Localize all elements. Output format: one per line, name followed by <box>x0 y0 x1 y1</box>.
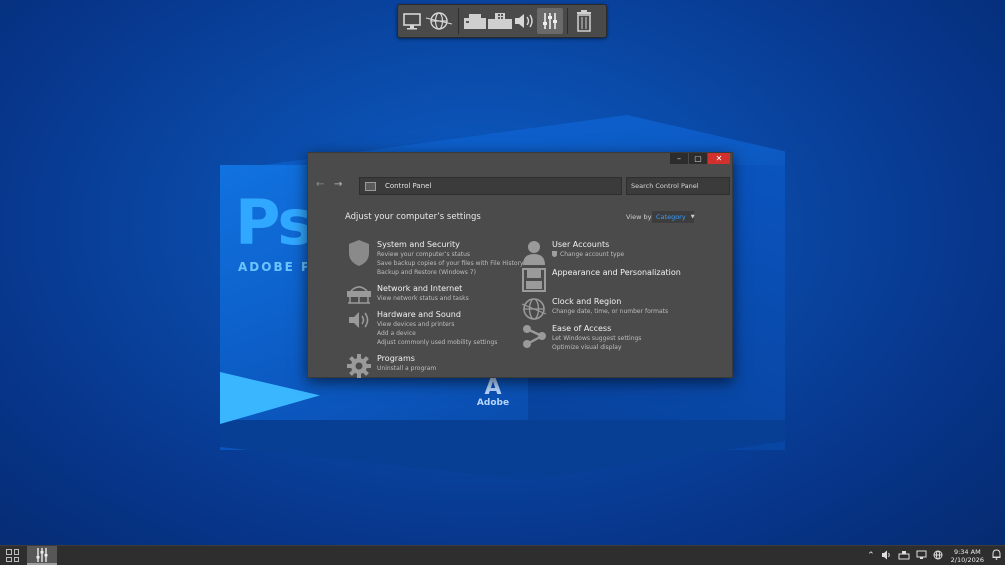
category-hardware-sound: Hardware and Sound View devices and prin… <box>345 309 497 347</box>
back-arrow-icon[interactable]: ← <box>316 179 324 190</box>
recycle-bin-icon[interactable] <box>572 8 596 34</box>
category-link[interactable]: Backup and Restore (Windows 7) <box>377 268 524 277</box>
clock[interactable]: 9:34 AM 2/10/2026 <box>951 548 984 564</box>
category-title[interactable]: Clock and Region <box>552 296 668 307</box>
category-clock-region: Clock and Region Change date, time, or n… <box>520 296 668 324</box>
category-system-security: System and Security Review your computer… <box>345 239 524 277</box>
wallpaper-shape <box>220 420 785 480</box>
category-title[interactable]: Ease of Access <box>552 323 641 334</box>
keyboard-icon[interactable] <box>487 8 513 34</box>
category-link[interactable]: Review your computer’s status <box>377 250 524 259</box>
category-title[interactable]: System and Security <box>377 239 524 250</box>
notification-bell-icon[interactable] <box>992 549 1001 562</box>
close-button[interactable]: ✕ <box>708 153 730 164</box>
globe-network-icon[interactable] <box>424 8 454 34</box>
category-title[interactable]: User Accounts <box>552 239 624 250</box>
category-link[interactable]: View devices and printers <box>377 320 497 329</box>
view-by-label: View by: <box>626 213 654 221</box>
category-link[interactable]: Let Windows suggest settings <box>552 334 641 343</box>
category-title[interactable]: Network and Internet <box>377 283 469 294</box>
display-icon[interactable] <box>520 267 548 295</box>
category-link[interactable]: Adjust commonly used mobility settings <box>377 338 497 347</box>
windows-logo-icon <box>13 556 19 562</box>
globe-clock-icon[interactable] <box>520 296 548 324</box>
category-link[interactable]: Change date, time, or number formats <box>552 307 668 316</box>
category-programs: Programs Uninstall a program <box>345 353 436 381</box>
control-panel-window: – ▢ ✕ ← → Control Panel Search Control P… <box>307 152 733 378</box>
system-tray: ⌃ 9:34 AM 2/10/2026 <box>867 546 1001 565</box>
chevron-down-icon: ▼ <box>690 214 695 220</box>
category-ease-of-access: Ease of Access Let Windows suggest setti… <box>520 323 641 352</box>
shield-icon <box>552 251 557 257</box>
windows-logo-icon <box>13 549 19 555</box>
category-link[interactable]: Save backup copies of your files with Fi… <box>377 259 524 268</box>
adobe-wordmark: Adobe <box>476 398 510 408</box>
minimize-button[interactable]: – <box>670 153 688 164</box>
floating-toolbar <box>397 4 607 38</box>
forward-arrow-icon[interactable]: → <box>334 179 342 190</box>
devices-icon[interactable] <box>463 8 487 34</box>
category-title[interactable]: Programs <box>377 353 436 364</box>
speaker-icon[interactable] <box>881 550 892 562</box>
category-title[interactable]: Appearance and Personalization <box>552 267 681 278</box>
adobe-logo: A Adobe <box>476 375 510 409</box>
category-link[interactable]: View network status and tasks <box>377 294 469 303</box>
search-placeholder: Search Control Panel <box>631 182 699 190</box>
share-nodes-icon[interactable] <box>520 323 548 351</box>
view-by-dropdown[interactable]: Category ▼ <box>652 211 695 223</box>
chevron-up-icon[interactable]: ⌃ <box>867 551 875 561</box>
network-icon[interactable] <box>345 283 373 311</box>
navigation-row: ← → Control Panel Search Control Panel <box>308 177 732 195</box>
windows-logo-icon <box>6 556 12 562</box>
mixer-sliders-icon <box>36 547 48 562</box>
speaker-icon[interactable] <box>345 309 373 337</box>
speaker-icon[interactable] <box>513 8 537 34</box>
shield-icon[interactable] <box>345 239 373 267</box>
taskbar-control-panel-button[interactable] <box>27 546 57 565</box>
page-title: Adjust your computer’s settings <box>345 212 481 222</box>
category-network-internet: Network and Internet View network status… <box>345 283 469 311</box>
window-titlebar[interactable]: – ▢ ✕ <box>308 153 732 165</box>
network-icon[interactable] <box>898 550 910 562</box>
globe-icon[interactable] <box>933 550 943 562</box>
address-text: Control Panel <box>385 182 432 190</box>
mixer-sliders-icon[interactable] <box>537 8 563 34</box>
taskbar: ⌃ 9:34 AM 2/10/2026 <box>0 545 1005 565</box>
gear-icon[interactable] <box>345 353 373 381</box>
category-appearance: Appearance and Personalization <box>520 267 681 295</box>
search-input[interactable]: Search Control Panel <box>626 177 730 195</box>
category-link[interactable]: Add a device <box>377 329 497 338</box>
clock-date: 2/10/2026 <box>950 555 984 564</box>
toolbar-divider <box>567 8 568 34</box>
category-link[interactable]: Change account type <box>552 250 624 259</box>
monitor-icon[interactable] <box>402 8 424 34</box>
user-icon[interactable] <box>520 239 548 267</box>
monitor-icon[interactable] <box>916 550 927 562</box>
category-user-accounts: User Accounts Change account type <box>520 239 624 267</box>
address-bar[interactable]: Control Panel <box>359 177 622 195</box>
photoshop-logo: Ps <box>235 186 314 259</box>
clock-time: 9:34 AM <box>953 547 981 556</box>
toolbar-divider <box>458 8 459 34</box>
category-link[interactable]: Uninstall a program <box>377 364 436 373</box>
view-by-value: Category <box>656 213 686 221</box>
control-panel-icon <box>365 181 376 191</box>
start-button[interactable] <box>6 549 19 562</box>
adobe-a-icon: A <box>484 375 502 400</box>
category-link-text: Change account type <box>560 251 625 258</box>
category-title[interactable]: Hardware and Sound <box>377 309 497 320</box>
windows-logo-icon <box>6 549 12 555</box>
maximize-button[interactable]: ▢ <box>689 153 707 164</box>
category-link[interactable]: Optimize visual display <box>552 343 641 352</box>
